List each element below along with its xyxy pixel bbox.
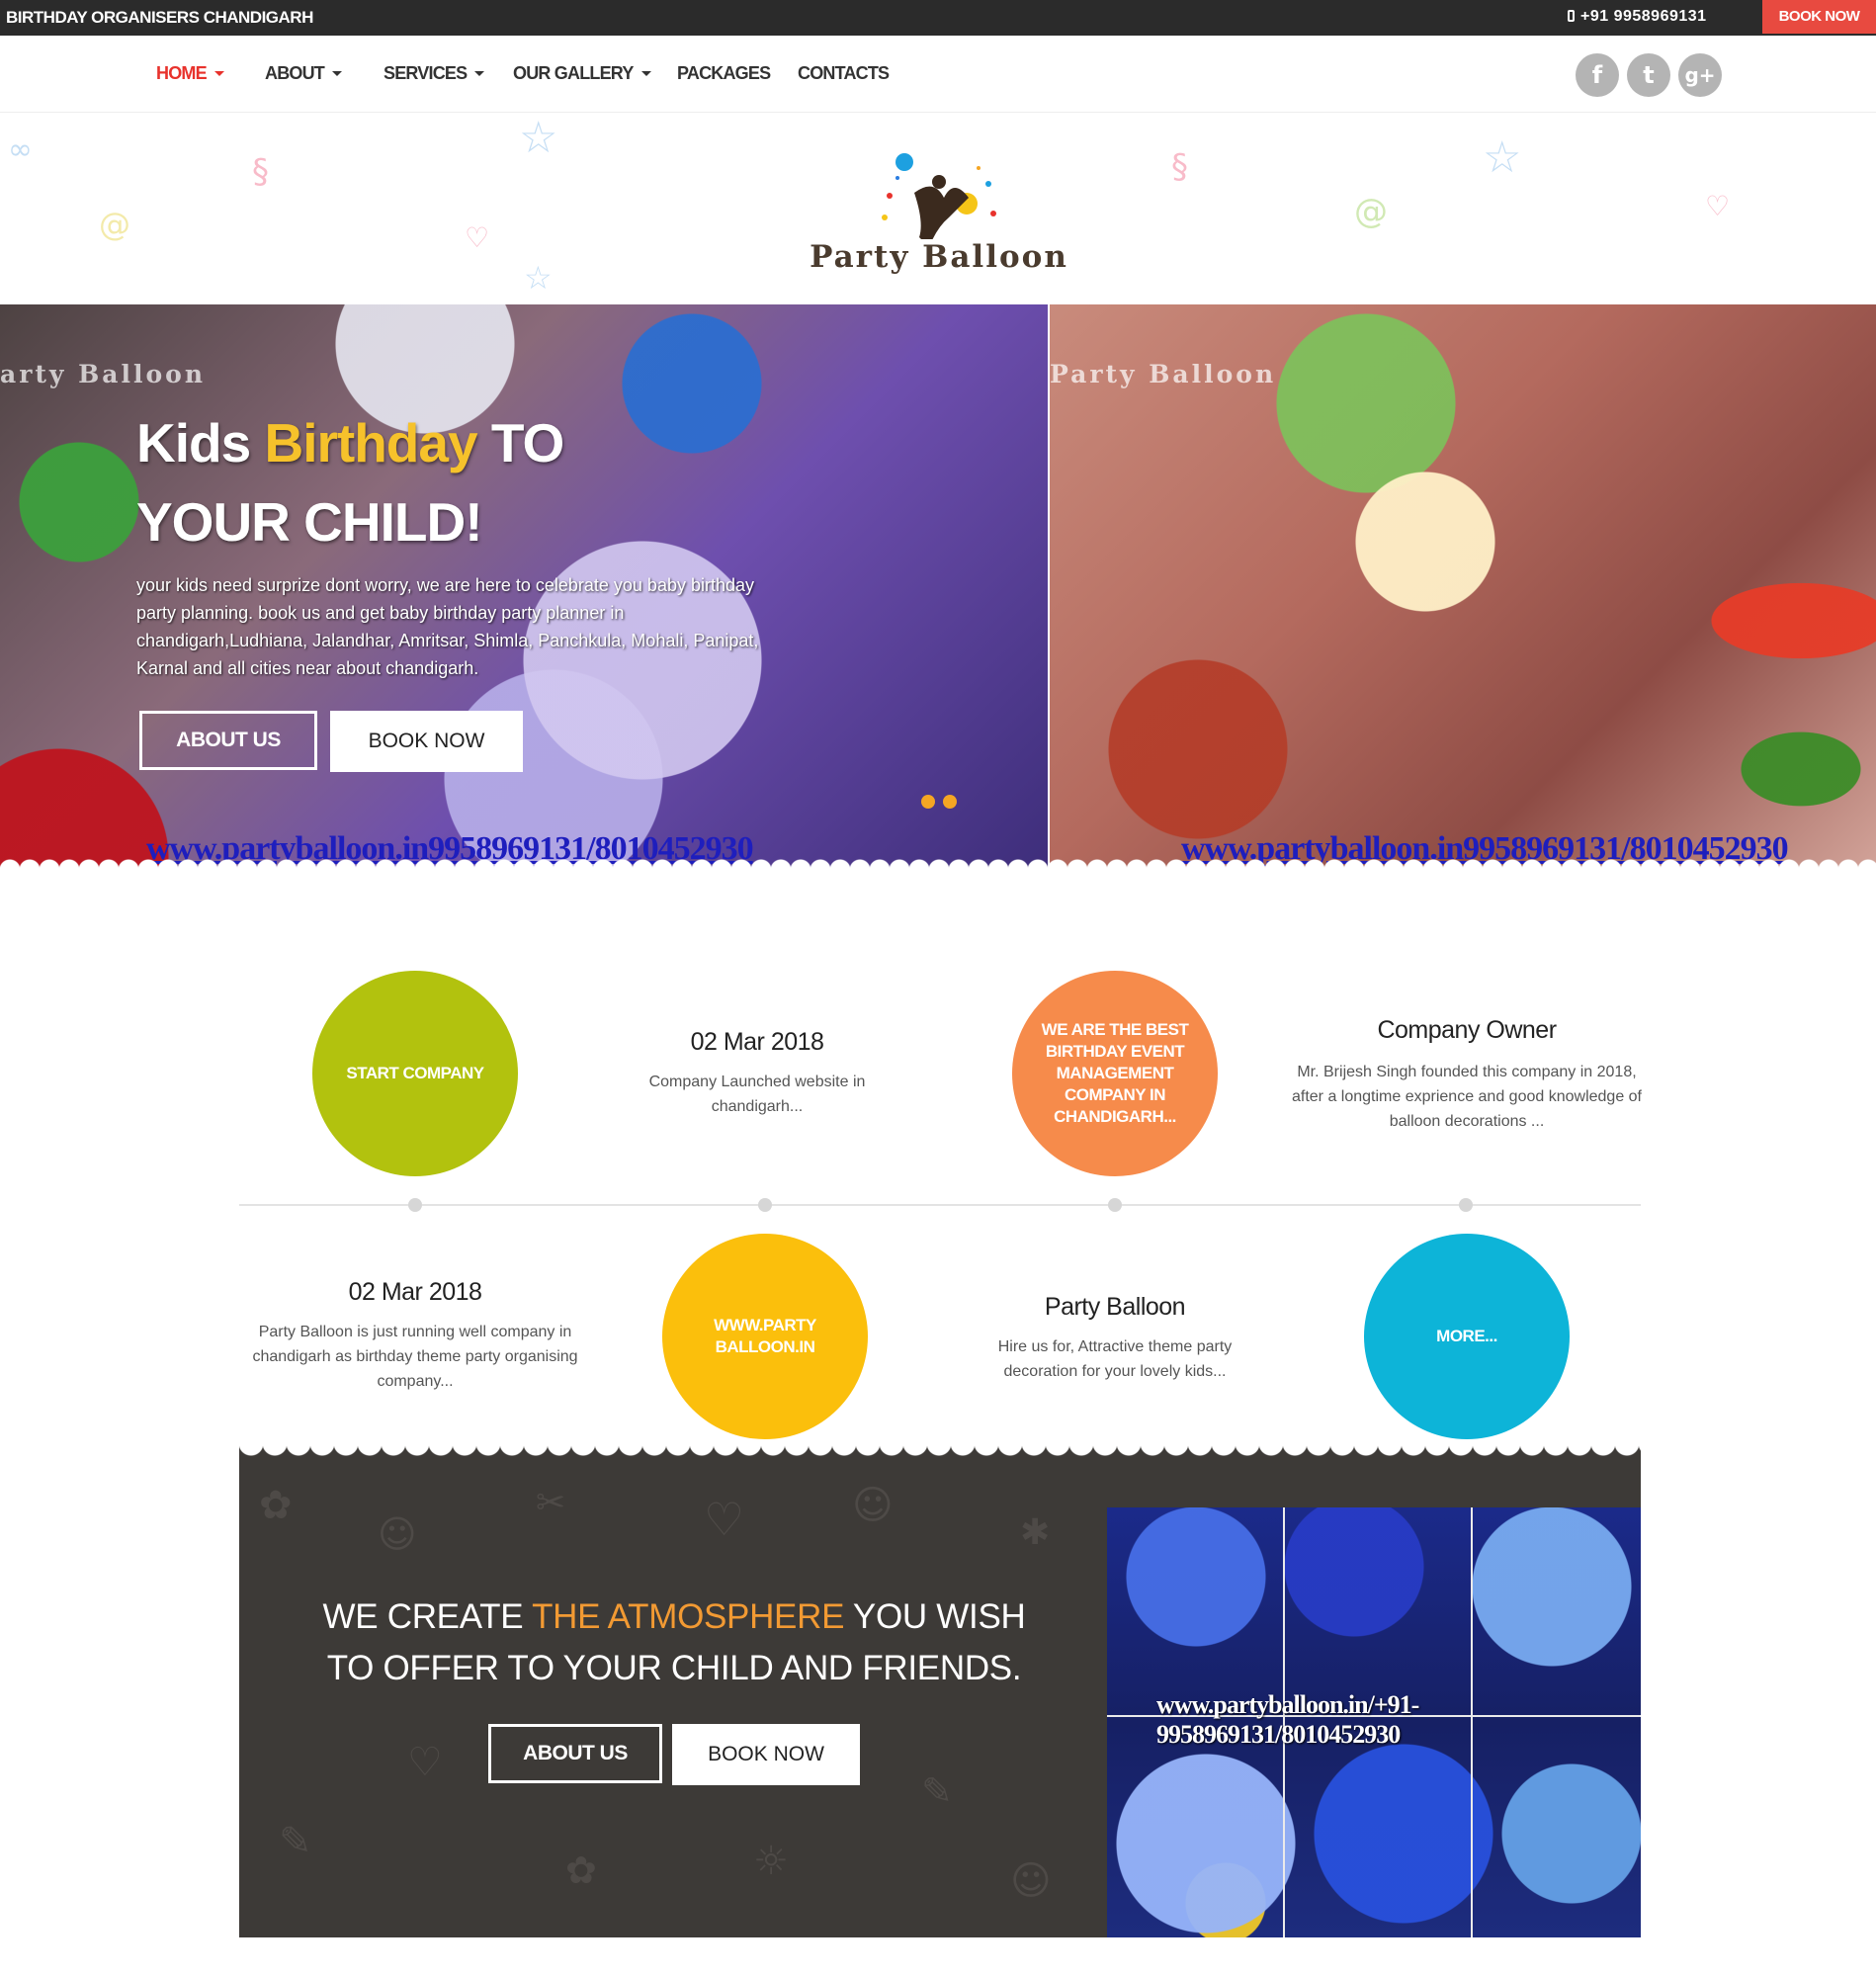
headline-part-a: WE CREATE [322,1597,533,1636]
headline-highlight: THE ATMOSPHERE [532,1597,845,1636]
doodle-icon: ✱ [1020,1512,1051,1553]
company-timeline: START COMPANY 02 Mar 2018 Company Launch… [239,969,1642,1443]
nav-about[interactable]: ABOUT [265,63,342,84]
doodle-icon: ✿ [565,1848,597,1892]
doodle-icon: ✿ [259,1483,293,1528]
nav-contacts[interactable]: CONTACTS [798,63,890,84]
top-book-now-button[interactable]: BOOK NOW [1762,0,1876,34]
timeline-circle-start-company[interactable]: START COMPANY [312,971,518,1176]
hero-watermark-right: Party Balloon [1050,360,1277,388]
collage-watermark: www.partyballoon.in/+91-9958969131/80104… [1156,1690,1419,1749]
phone-number[interactable]: +91 9958969131 [1568,8,1707,26]
hero-scallop-edge [0,852,1876,872]
hero-next-slide-image [1048,304,1876,868]
top-bar: BIRTHDAY ORGANISERS CHANDIGARH +91 99589… [0,0,1876,36]
hero-description: your kids need surprize dont worry, we a… [136,575,759,678]
hero-title-a: Kids [136,412,265,473]
nav-packages-label: PACKAGES [677,63,771,83]
streamer-icon: § [252,152,269,192]
spiral-icon: @ [99,206,130,243]
hero-title-b: TO [476,412,564,473]
streamer-icon: § [1171,147,1188,187]
nav-our-gallery[interactable]: OUR GALLERY [513,63,651,84]
doodle-icon: ☺ [852,1483,894,1528]
headline-line2: TO OFFER TO YOUR CHILD AND FRIENDS. [326,1649,1022,1687]
doodle-icon: ☼ [753,1839,789,1884]
twitter-icon[interactable]: t [1627,53,1670,97]
atmosphere-book-now-button[interactable]: BOOK NOW [672,1724,860,1785]
heart-icon: ♡ [1705,190,1731,222]
nav-services-label: SERVICES [384,63,468,83]
slider-dots[interactable] [921,795,965,814]
phone-icon [1568,10,1575,22]
party-balloon-logo[interactable]: Party Balloon [791,148,1087,277]
logo-band: ∞ @ § ♡ ☆ @ § ☆ ♡ ☆ Party Balloon [0,113,1876,304]
spiral-icon: @ [1354,192,1388,231]
hero-title-line2: YOUR CHILD! [136,491,483,553]
nav-packages[interactable]: PACKAGES [677,63,771,84]
slider-dot[interactable] [921,795,935,809]
balloon-figure-icon [882,153,996,247]
timeline-line [239,1204,1641,1206]
timeline-circle-website[interactable]: WWW.PARTY BALLOON.IN [662,1234,868,1439]
timeline-dot [1459,1198,1473,1212]
doodle-icon: ✂ [536,1483,566,1523]
doodle-icon: ☺ [1010,1858,1052,1904]
facebook-icon[interactable]: f [1576,53,1619,97]
heart-icon: ♡ [465,221,490,254]
nav-home[interactable]: HOME [156,63,224,84]
slider-dot[interactable] [943,795,957,809]
chevron-down-icon [474,71,485,76]
timeline-circle-more[interactable]: MORE... [1364,1234,1570,1439]
site-tagline: BIRTHDAY ORGANISERS CHANDIGARH [6,8,313,27]
timeline-owner-text: Mr. Brijesh Singh founded this company i… [1291,1064,1642,1130]
timeline-dot [758,1198,772,1212]
hero-watermark-left: arty Balloon [0,360,206,388]
doodle-icon: ✎ [921,1769,953,1813]
nav-services[interactable]: SERVICES [384,63,485,84]
decoration-photo-collage: www.partyballoon.in/+91-9958969131/80104… [1107,1507,1641,1937]
google-plus-icon[interactable]: g+ [1678,53,1722,97]
hero-title: Kids Birthday TO YOUR CHILD! [136,403,828,561]
phone-text: +91 9958969131 [1580,8,1707,25]
doodle-icon: ♡ [407,1740,443,1785]
doodle-icon: ☺ [378,1512,417,1556]
nav-gallery-label: OUR GALLERY [513,63,634,83]
nav-contacts-label: CONTACTS [798,63,890,83]
headline-part-b: YOU WISH [844,1597,1026,1636]
logo-title: Party Balloon [810,239,1068,275]
hero-title-highlight: Birthday [264,412,477,473]
hero-slider: arty Balloon Party Balloon Kids Birthday… [0,304,1876,868]
timeline-date: 02 Mar 2018 [348,1278,482,1306]
atmosphere-headline: WE CREATE THE ATMOSPHERE YOU WISH TO OFFE… [289,1591,1060,1694]
nav-home-label: HOME [156,63,208,83]
timeline-party-balloon-text: Hire us for, Attractive theme party deco… [997,1338,1233,1380]
hero-about-us-button[interactable]: ABOUT US [139,711,317,770]
star-icon: ☆ [1483,132,1522,183]
star-icon: ☆ [524,259,553,297]
timeline-text: Company Launched website in chandigarh..… [648,1074,866,1115]
atmosphere-section: ✿ ☺ ✂ ♡ ☺ ✱ ✎ ♡ ✿ ☼ ✎ ☺ WE CREATE THE AT… [239,1443,1641,1937]
timeline-date: 02 Mar 2018 [690,1028,824,1056]
timeline-dot [408,1198,422,1212]
timeline-party-balloon-title: Party Balloon [1044,1293,1186,1321]
hero-book-now-button[interactable]: BOOK NOW [330,711,523,772]
nav-about-label: ABOUT [265,63,325,83]
doodle-icon: ✎ [279,1819,312,1864]
atmosphere-about-us-button[interactable]: ABOUT US [488,1724,662,1783]
timeline-owner-title: Company Owner [1377,1016,1557,1044]
chevron-down-icon [213,71,224,76]
swirl-icon: ∞ [8,132,33,167]
doodle-icon: ♡ [704,1493,745,1546]
main-nav: HOME ABOUT SERVICES OUR GALLERY PACKAGES… [0,36,1876,113]
timeline-dot [1108,1198,1122,1212]
chevron-down-icon [332,71,342,76]
timeline-circle-best-company[interactable]: WE ARE THE BEST BIRTHDAY EVENT MANAGEMEN… [1012,971,1218,1176]
timeline-text: Party Balloon is just running well compa… [252,1324,578,1390]
star-icon: ☆ [519,113,558,163]
chevron-down-icon [640,71,651,76]
